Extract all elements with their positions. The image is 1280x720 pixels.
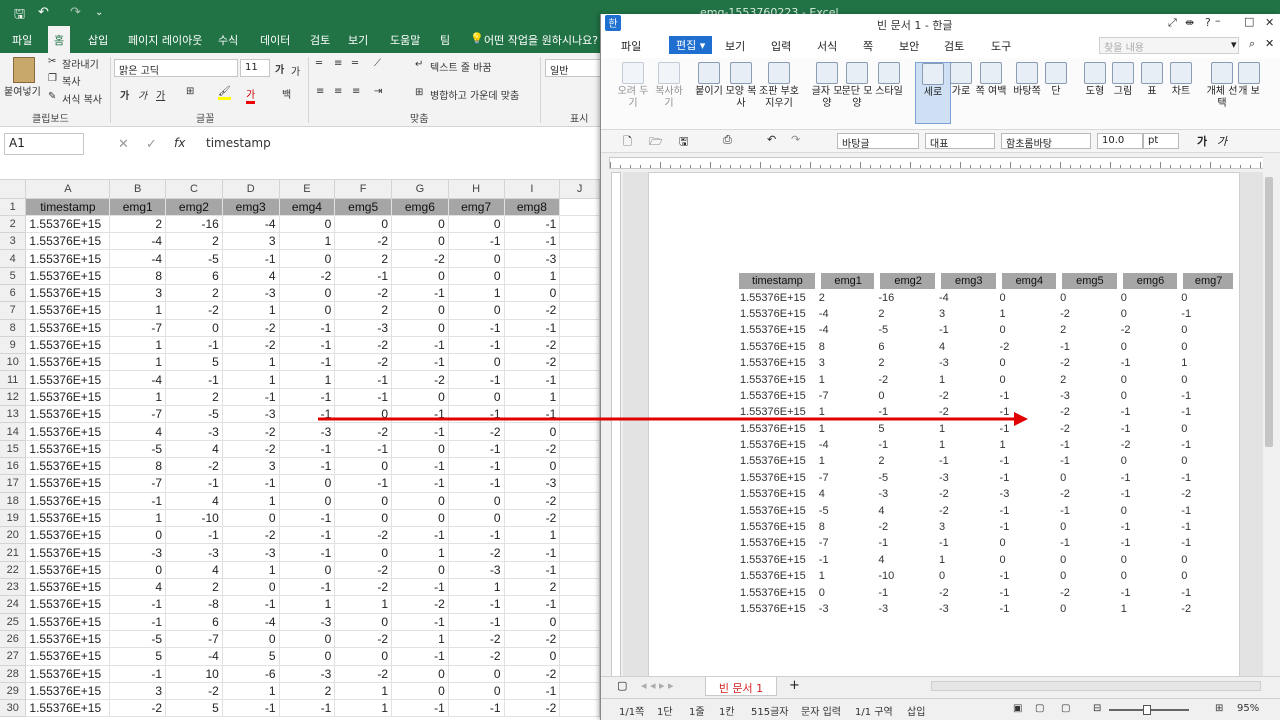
annotation-arrow [318, 412, 1028, 426]
